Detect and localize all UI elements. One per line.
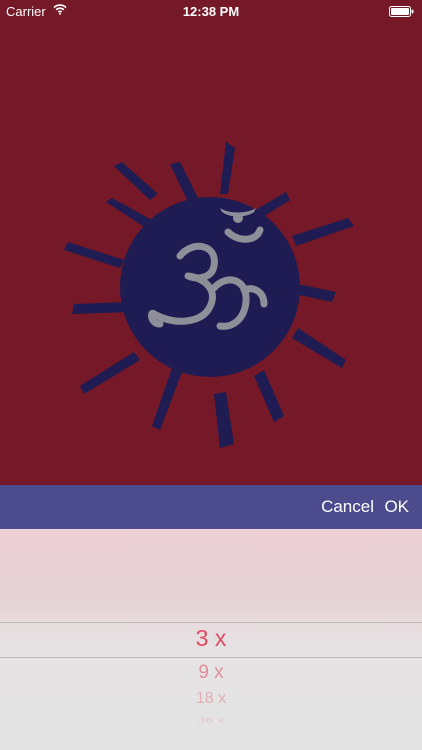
ok-button[interactable]: OK bbox=[384, 497, 409, 517]
status-time: 12:38 PM bbox=[182, 4, 240, 19]
battery-icon bbox=[389, 5, 414, 17]
repeat-count-picker[interactable]: 3 x 9 x 18 x 36 x bbox=[0, 529, 422, 750]
emblem-stage bbox=[0, 22, 422, 485]
picker-option[interactable]: 9 x bbox=[0, 662, 422, 684]
picker-option[interactable]: 18 x bbox=[0, 690, 422, 708]
picker-toolbar: Cancel OK bbox=[0, 485, 422, 529]
picker-option[interactable]: 36 x bbox=[0, 716, 422, 725]
picker-selection-top-line bbox=[0, 622, 422, 623]
picker-selection-bottom-line bbox=[0, 657, 422, 658]
cancel-button[interactable]: Cancel bbox=[321, 497, 374, 517]
status-bar: Carrier 12:38 PM bbox=[0, 0, 422, 22]
om-sun-emblem bbox=[64, 142, 354, 448]
picker-option-selected[interactable]: 3 x bbox=[0, 625, 422, 652]
